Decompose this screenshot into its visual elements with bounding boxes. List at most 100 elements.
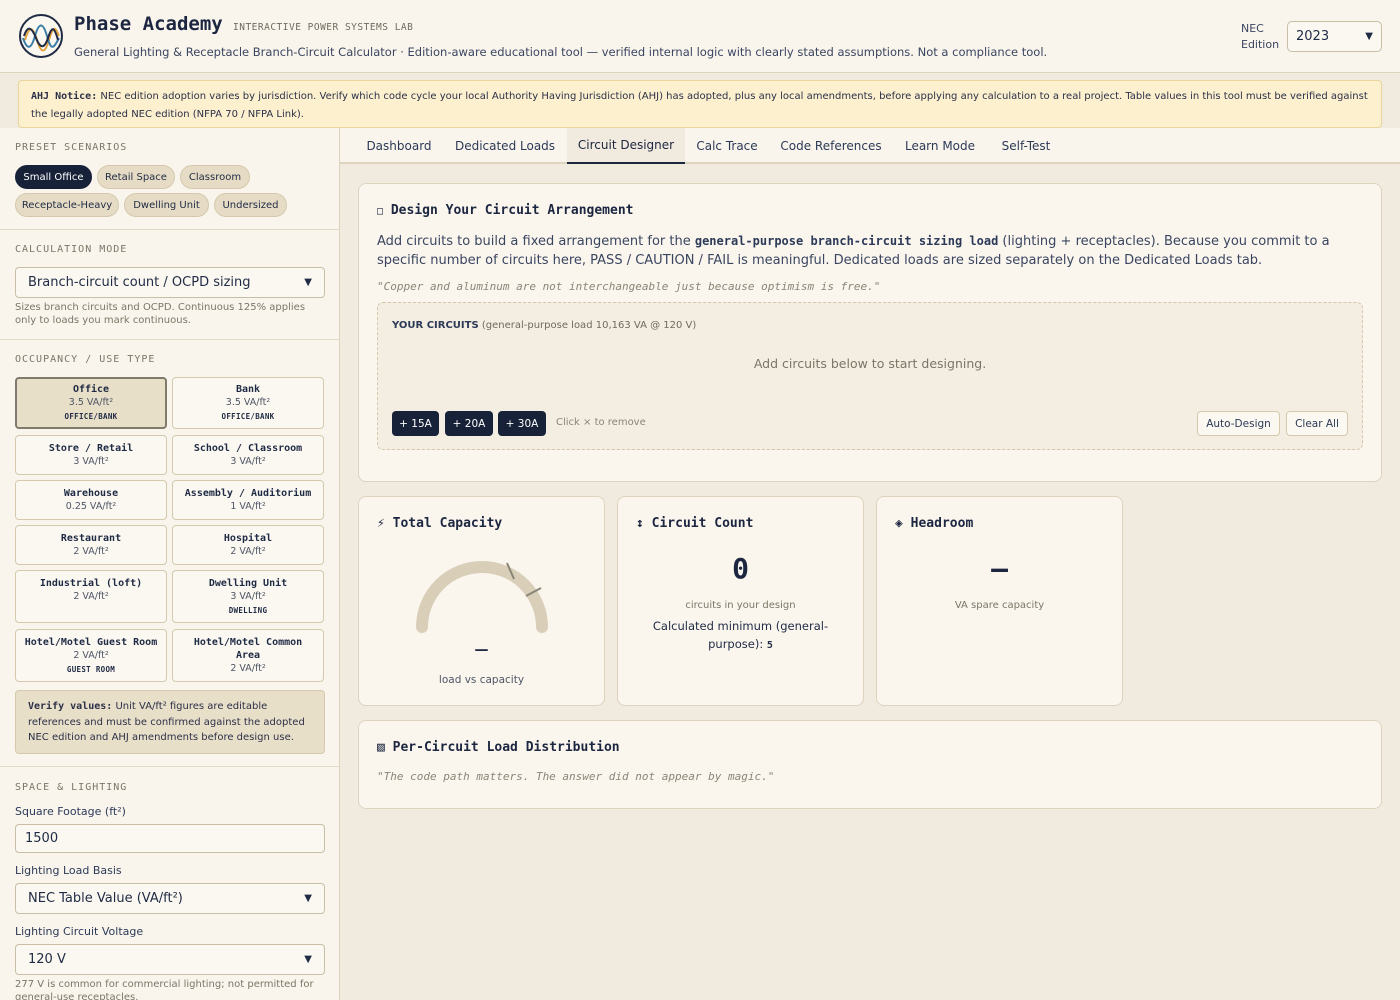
total-capacity-card: ⚡ Total Capacity — load vs capacity	[358, 496, 605, 706]
occupancy-industrial-loft[interactable]: Industrial (loft) 2 VA/ft²	[15, 570, 167, 623]
occupancy-value: 2 VA/ft²	[73, 650, 109, 661]
divider	[0, 766, 339, 767]
occupancy-warehouse[interactable]: Warehouse 0.25 VA/ft²	[15, 480, 167, 520]
remove-hint: Click × to remove	[556, 417, 646, 428]
ahj-notice-title: AHJ Notice:	[31, 91, 98, 102]
occupancy-name: Store / Retail	[48, 443, 134, 454]
occupancy-hospital[interactable]: Hospital 2 VA/ft²	[172, 525, 324, 565]
occupancy-category: GUEST ROOM	[66, 665, 116, 674]
occupancy-value: 3.5 VA/ft²	[68, 397, 114, 408]
calc-mode-value: Branch-circuit count / OCPD sizing	[28, 275, 251, 290]
ahj-notice: AHJ Notice: NEC edition adoption varies …	[18, 80, 1382, 128]
brand-title: Phase Academy	[74, 13, 223, 35]
calc-mode-select[interactable]: Branch-circuit count / OCPD sizing ▼	[15, 267, 325, 298]
circuit-count-value: 0	[732, 552, 749, 585]
total-capacity-title-text: Total Capacity	[392, 516, 503, 531]
tab-dashboard[interactable]: Dashboard	[356, 128, 442, 164]
occupancy-value: 1 VA/ft²	[230, 501, 266, 512]
voltage-help: 277 V is common for commercial lighting;…	[15, 979, 314, 1000]
occupancy-name: Hotel/Motel Guest Room	[24, 637, 158, 648]
empty-circuits-message: Add circuits below to start designing.	[753, 356, 987, 371]
clear-all-button[interactable]: Clear All	[1286, 411, 1348, 436]
circuit-count-card: ↕ Circuit Count 0 circuits in your desig…	[617, 496, 864, 706]
tab-learn-mode[interactable]: Learn Mode	[898, 128, 982, 164]
occupancy-office[interactable]: Office 3.5 VA/ft² OFFICE/BANK	[15, 377, 167, 429]
occupancy-name: School / Classroom	[193, 443, 303, 454]
preset-receptacle-heavy[interactable]: Receptacle-Heavy	[15, 193, 119, 217]
voltage-select[interactable]: 120 V ▼	[15, 944, 325, 975]
per-circuit-distribution-card: ▧ Per-Circuit Load Distribution "The cod…	[358, 720, 1382, 809]
lighting-basis-select[interactable]: NEC Table Value (VA/ft²) ▼	[15, 883, 325, 914]
space-lighting-title: SPACE & LIGHTING	[15, 782, 128, 793]
design-circuit-card: □ Design Your Circuit Arrangement Add ci…	[358, 183, 1382, 482]
ahj-notice-text: NEC edition adoption varies by jurisdict…	[31, 91, 1368, 120]
phase-academy-logo	[19, 14, 63, 58]
brand-tagline: INTERACTIVE POWER SYSTEMS LAB	[233, 22, 414, 33]
headroom-card: ◈ Headroom — VA spare capacity	[876, 496, 1123, 706]
occupancy-school-classroom[interactable]: School / Classroom 3 VA/ft²	[172, 435, 324, 475]
add-20a-button[interactable]: + 20A	[445, 411, 493, 436]
preset-classroom[interactable]: Classroom	[180, 165, 250, 189]
occupancy-hotel-guest-room[interactable]: Hotel/Motel Guest Room 2 VA/ft² GUEST RO…	[15, 629, 167, 682]
chevron-down-icon: ▼	[304, 277, 312, 288]
design-card-title: □ Design Your Circuit Arrangement	[377, 203, 634, 218]
occupancy-value: 2 VA/ft²	[73, 591, 109, 602]
verify-title: Verify values:	[28, 701, 113, 712]
app-header: Phase Academy INTERACTIVE POWER SYSTEMS …	[0, 0, 1400, 73]
distribution-title: ▧ Per-Circuit Load Distribution	[377, 740, 620, 755]
lightning-icon: ⚡	[377, 516, 385, 531]
nec-label-line-1: NEC	[1241, 22, 1264, 35]
your-circuits-label: YOUR CIRCUITS	[392, 320, 479, 331]
headroom-caption: VA spare capacity	[954, 600, 1045, 611]
sqft-input[interactable]: 1500	[15, 824, 325, 853]
occupancy-bank[interactable]: Bank 3.5 VA/ft² OFFICE/BANK	[172, 377, 324, 429]
nec-label-line-2: Edition	[1241, 38, 1280, 51]
preset-dwelling-unit[interactable]: Dwelling Unit	[124, 193, 209, 217]
occupancy-name: Hotel/Motel Common Area	[193, 637, 303, 661]
your-circuits-detail: (general-purpose load 10,163 VA @ 120 V)	[481, 320, 697, 331]
app-subtitle: General Lighting & Receptacle Branch-Cir…	[74, 45, 1048, 59]
verify-values-note: Verify values: Unit VA/ft² figures are e…	[15, 690, 325, 754]
design-title-text: Design Your Circuit Arrangement	[390, 203, 634, 218]
add-15a-button[interactable]: + 15A	[392, 411, 439, 436]
hatched-square-icon: ▧	[377, 740, 385, 755]
nec-edition-value: 2023	[1296, 29, 1330, 44]
chevron-down-icon: ▼	[304, 954, 312, 965]
occupancy-name: Hospital	[223, 533, 273, 544]
occupancy-name: Warehouse	[63, 488, 119, 499]
occupancy-category: OFFICE/BANK	[221, 412, 275, 421]
divider	[0, 339, 339, 340]
nec-edition-label: NEC Edition	[1241, 21, 1281, 53]
preset-small-office[interactable]: Small Office	[15, 165, 92, 189]
design-text-part-1: Add circuits to build a fixed arrangemen…	[377, 234, 695, 249]
calc-mode-help: Sizes branch circuits and OCPD. Continuo…	[15, 302, 306, 326]
your-circuits-panel: YOUR CIRCUITS (general-purpose load 10,1…	[377, 302, 1363, 450]
tab-code-references[interactable]: Code References	[775, 128, 887, 164]
preset-undersized[interactable]: Undersized	[214, 193, 287, 217]
lighting-basis-value: NEC Table Value (VA/ft²)	[28, 891, 183, 906]
occupancy-hotel-common-area[interactable]: Hotel/Motel Common Area 2 VA/ft²	[172, 629, 324, 682]
preset-retail-space[interactable]: Retail Space	[97, 165, 175, 189]
nec-edition-select[interactable]: 2023 ▼	[1287, 21, 1382, 52]
calculated-minimum-value: 5	[766, 640, 773, 651]
headroom-title-text: Headroom	[910, 516, 974, 531]
sqft-label: Square Footage (ft²)	[15, 805, 126, 818]
auto-design-button[interactable]: Auto-Design	[1197, 411, 1280, 436]
capacity-gauge	[416, 561, 548, 633]
tab-dedicated-loads[interactable]: Dedicated Loads	[446, 128, 564, 164]
occupancy-assembly-auditorium[interactable]: Assembly / Auditorium 1 VA/ft²	[172, 480, 324, 520]
occupancy-dwelling-unit[interactable]: Dwelling Unit 3 VA/ft² DWELLING	[172, 570, 324, 623]
capacity-value: —	[474, 642, 489, 658]
headroom-value: —	[991, 552, 1008, 585]
chevron-down-icon: ▼	[304, 893, 312, 904]
tab-self-test[interactable]: Self-Test	[992, 128, 1060, 164]
total-capacity-title: ⚡ Total Capacity	[377, 516, 502, 531]
occupancy-value: 0.25 VA/ft²	[65, 501, 117, 512]
occupancy-restaurant[interactable]: Restaurant 2 VA/ft²	[15, 525, 167, 565]
occupancy-store-retail[interactable]: Store / Retail 3 VA/ft²	[15, 435, 167, 475]
add-30a-button[interactable]: + 30A	[498, 411, 546, 436]
up-down-arrow-icon: ↕	[636, 516, 644, 531]
tab-circuit-designer[interactable]: Circuit Designer	[567, 128, 685, 164]
design-quote: "Copper and aluminum are not interchange…	[377, 280, 881, 293]
tab-calc-trace[interactable]: Calc Trace	[690, 128, 764, 164]
